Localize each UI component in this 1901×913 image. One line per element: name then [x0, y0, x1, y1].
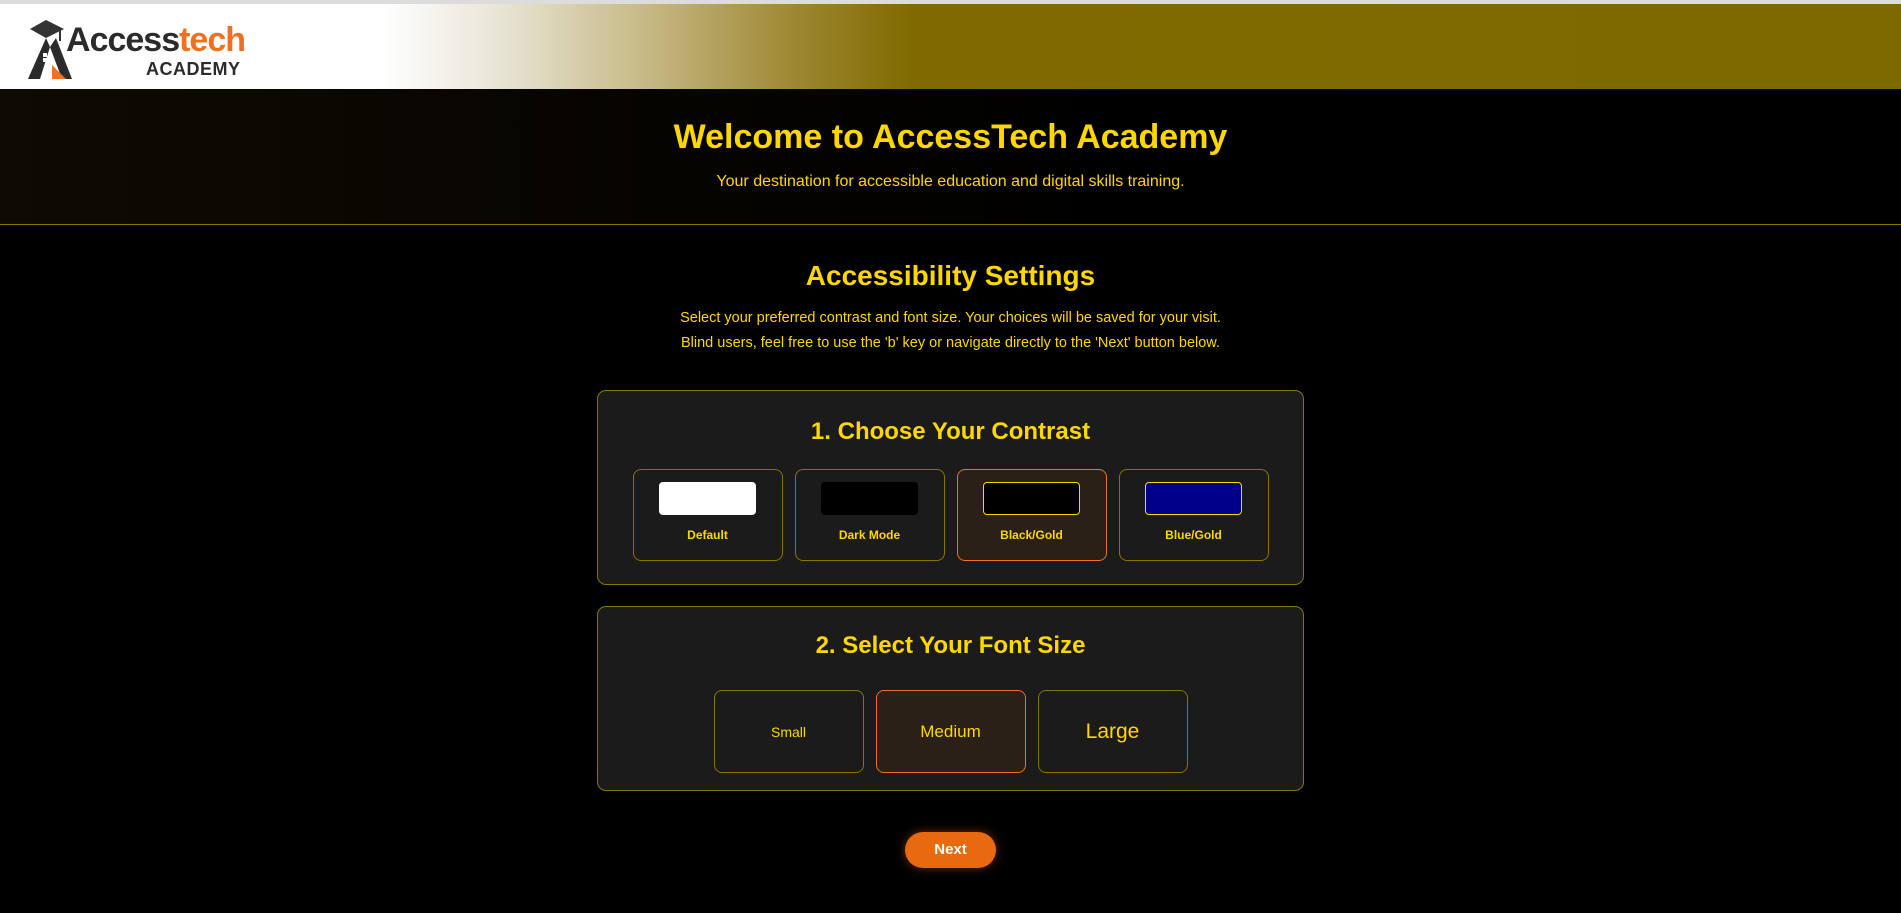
- page-subtitle: Your destination for accessible educatio…: [716, 173, 1185, 190]
- accessibility-settings: Accessibility Settings Select your prefe…: [0, 225, 1901, 868]
- contrast-options: Default Dark Mode Black/Gold Blue/Gold: [598, 469, 1303, 561]
- contrast-option-dark-mode[interactable]: Dark Mode: [794, 469, 945, 561]
- logo-text-access: ccess: [89, 21, 181, 59]
- font-size-large-button[interactable]: Large: [1037, 690, 1188, 773]
- intro-line-1: Select your preferred contrast and font …: [680, 310, 1221, 326]
- contrast-swatch-black-gold: [983, 482, 1080, 515]
- next-container: Next: [0, 832, 1901, 868]
- logo-subtitle: ACADEMY: [146, 59, 241, 79]
- logo-wordmark: Accesstech: [66, 21, 246, 59]
- contrast-swatch-default: [659, 482, 756, 515]
- font-size-options: Small Medium Large: [598, 690, 1303, 773]
- contrast-label: Default: [687, 528, 728, 542]
- site-header: Accesstech ACADEMY: [0, 4, 1901, 89]
- contrast-title: 1. Choose Your Contrast: [810, 418, 1091, 445]
- intro-line-2: Blind users, feel free to use the 'b' ke…: [680, 335, 1220, 351]
- page-title: Welcome to AccessTech Academy: [673, 118, 1228, 156]
- font-size-title: 2. Select Your Font Size: [815, 632, 1086, 659]
- contrast-label: Dark Mode: [838, 528, 901, 542]
- contrast-option-blue-gold[interactable]: Blue/Gold: [1118, 469, 1269, 561]
- contrast-panel: 1. Choose Your Contrast Default Dark Mod…: [597, 390, 1304, 585]
- next-button[interactable]: Next: [905, 832, 996, 868]
- font-size-small-button[interactable]: Small: [713, 690, 864, 773]
- logo-text-a: A: [66, 21, 91, 59]
- font-size-medium-button[interactable]: Medium: [875, 690, 1026, 773]
- font-size-panel: 2. Select Your Font Size Small Medium La…: [597, 606, 1304, 791]
- contrast-option-default[interactable]: Default: [632, 469, 783, 561]
- settings-title: Accessibility Settings: [805, 260, 1096, 291]
- welcome-banner: Welcome to AccessTech Academy Your desti…: [0, 89, 1901, 225]
- contrast-label: Black/Gold: [1000, 528, 1063, 542]
- logo-text-tech: tech: [179, 21, 246, 59]
- settings-intro: Select your preferred contrast and font …: [0, 306, 1901, 356]
- contrast-option-black-gold[interactable]: Black/Gold: [956, 469, 1107, 561]
- academy-logo[interactable]: Accesstech ACADEMY: [26, 17, 246, 81]
- contrast-swatch-dark-mode: [821, 482, 918, 515]
- contrast-label: Blue/Gold: [1165, 528, 1222, 542]
- contrast-swatch-blue-gold: [1145, 482, 1242, 515]
